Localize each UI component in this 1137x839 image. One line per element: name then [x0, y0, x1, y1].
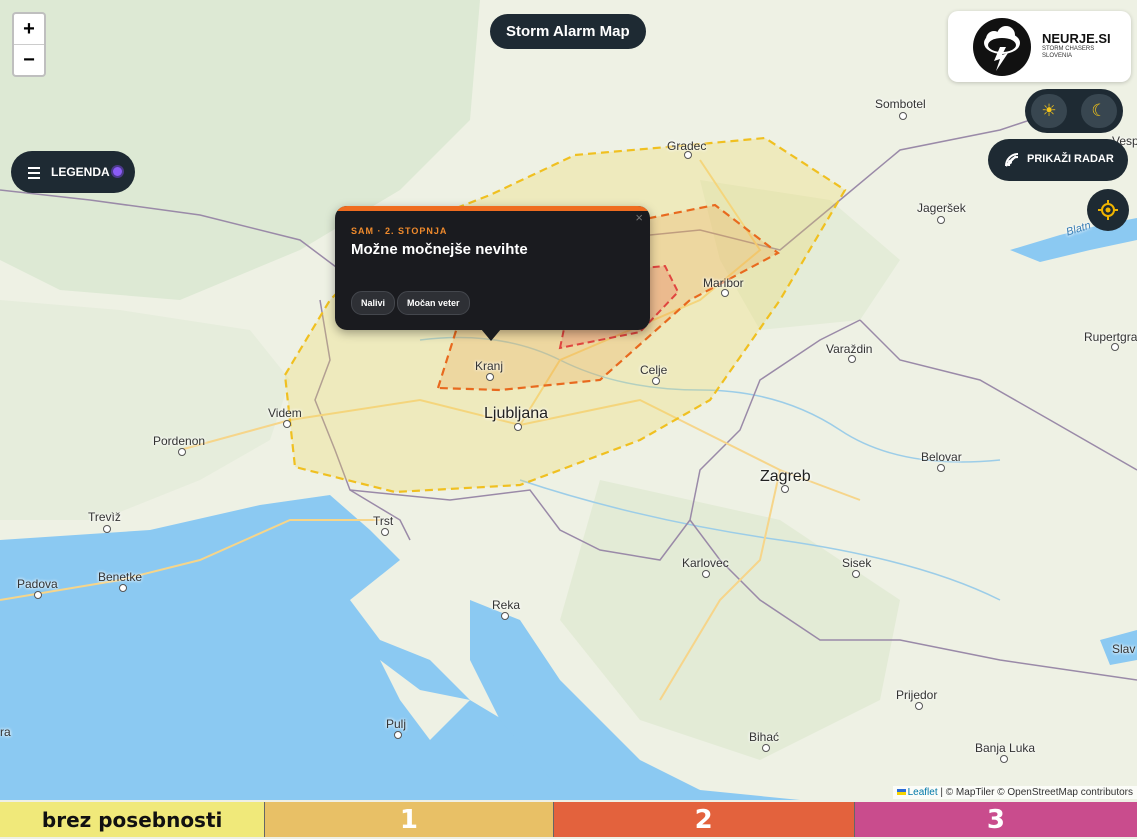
city-label: Sisek: [842, 556, 872, 570]
city-label: Slav: [1112, 642, 1136, 656]
popup-level: SAM · 2. STOPNJA: [351, 226, 448, 236]
city-label: Maribor: [703, 276, 744, 290]
show-radar-label: PRIKAŽI RADAR: [1027, 153, 1114, 165]
city-dot: [119, 584, 127, 592]
city-dot: [762, 744, 770, 752]
leaflet-link[interactable]: Leaflet: [908, 787, 938, 798]
city-dot: [178, 448, 186, 456]
show-radar-button[interactable]: PRIKAŽI RADAR: [988, 139, 1128, 181]
storm-cloud-logo-icon: [973, 18, 1031, 76]
legend-button[interactable]: LEGENDA: [11, 151, 135, 193]
city-dot: [283, 420, 291, 428]
city-label: Pordenon: [153, 434, 206, 448]
city-dot: [1000, 755, 1008, 763]
logo-tagline-2: SLOVENIA: [1042, 53, 1073, 59]
city-label: Jageršek: [917, 201, 966, 215]
city-label: Sombotel: [875, 97, 926, 111]
city-label: Padova: [17, 577, 58, 591]
zoom-in-button[interactable]: +: [14, 14, 44, 45]
city-label: Trevìž: [88, 510, 121, 524]
scale-level-2: 2: [553, 802, 855, 837]
city-label: Rupertgra: [1084, 330, 1137, 344]
map-attribution: Leaflet | © MapTiler © OpenStreetMap con…: [892, 786, 1137, 799]
city-dot: [486, 373, 494, 381]
attribution-text: | © MapTiler © OpenStreetMap contributor…: [937, 787, 1133, 798]
flag-icon: [896, 789, 906, 795]
city-label: Prijedor: [896, 688, 938, 702]
city-dot: [937, 216, 945, 224]
city-dot: [34, 591, 42, 599]
city-label: Videm: [268, 406, 302, 420]
city-dot: [501, 612, 509, 620]
city-dot: [937, 464, 945, 472]
close-icon[interactable]: ×: [635, 210, 643, 225]
status-dot: [113, 167, 122, 176]
city-dot: [652, 377, 660, 385]
popup-tail: [481, 329, 501, 341]
scale-level-3: 3: [854, 802, 1137, 837]
logo-tagline: STORM CHASERS SLOVENIA: [1042, 46, 1094, 60]
zoom-out-button[interactable]: −: [14, 45, 44, 75]
locate-button[interactable]: [1087, 189, 1129, 231]
scale-level-1: 1: [265, 802, 554, 837]
city-dot: [899, 112, 907, 120]
map[interactable]: [0, 0, 1137, 800]
sun-icon[interactable]: ☀: [1031, 94, 1067, 128]
city-label: ra: [0, 725, 11, 739]
crosshair-icon: [1098, 200, 1118, 220]
city-dot: [721, 289, 729, 297]
city-dot: [684, 151, 692, 159]
city-label: Belovar: [921, 450, 962, 464]
city-dot: [781, 485, 789, 493]
page-title: Storm Alarm Map: [490, 14, 646, 49]
logo-brand: NEURJE.SI: [1042, 31, 1111, 46]
tag-chip: Močan veter: [397, 291, 470, 315]
warning-popup: × SAM · 2. STOPNJA Možne močnejše neviht…: [335, 206, 650, 330]
warning-scale: brez posebnosti 1 2 3: [0, 802, 1137, 837]
city-label: Kranj: [475, 359, 504, 373]
city-dot: [394, 731, 402, 739]
city-dot: [848, 355, 856, 363]
logo-tagline-1: STORM CHASERS: [1042, 46, 1095, 52]
tag-chip: Nalivi: [351, 291, 396, 315]
city-label: Benetke: [98, 570, 143, 584]
city-dot: [852, 570, 860, 578]
city-label: Karlovec: [682, 556, 729, 570]
scale-level-0: brez posebnosti: [0, 802, 266, 837]
city-label: Trst: [373, 514, 394, 528]
zoom-control: + −: [12, 12, 46, 77]
popup-title: Možne močnejše nevihte: [351, 241, 528, 258]
theme-toggle: ☀ ☾: [1025, 89, 1123, 133]
map-base: [0, 0, 1137, 800]
city-dot: [702, 570, 710, 578]
city-dot: [1111, 343, 1119, 351]
popup-level-bar: [335, 206, 650, 211]
city-label: Ljubljana: [484, 405, 549, 422]
radar-icon: [1005, 153, 1019, 167]
city-label: Banja Luka: [975, 741, 1036, 755]
city-dot: [381, 528, 389, 536]
legend-label: LEGENDA: [51, 165, 110, 179]
city-dot: [103, 525, 111, 533]
city-label: Reka: [492, 598, 521, 612]
menu-icon: [28, 167, 40, 182]
city-dot: [514, 423, 522, 431]
moon-icon[interactable]: ☾: [1081, 94, 1117, 128]
city-dot: [915, 702, 923, 710]
city-label: Celje: [640, 363, 668, 377]
city-label: Varaždin: [826, 342, 873, 356]
logo: NEURJE.SI STORM CHASERS SLOVENIA: [948, 11, 1131, 82]
city-label: Bihać: [749, 730, 780, 744]
city-label: Pulj: [386, 717, 407, 731]
city-label: Zagreb: [760, 468, 811, 485]
